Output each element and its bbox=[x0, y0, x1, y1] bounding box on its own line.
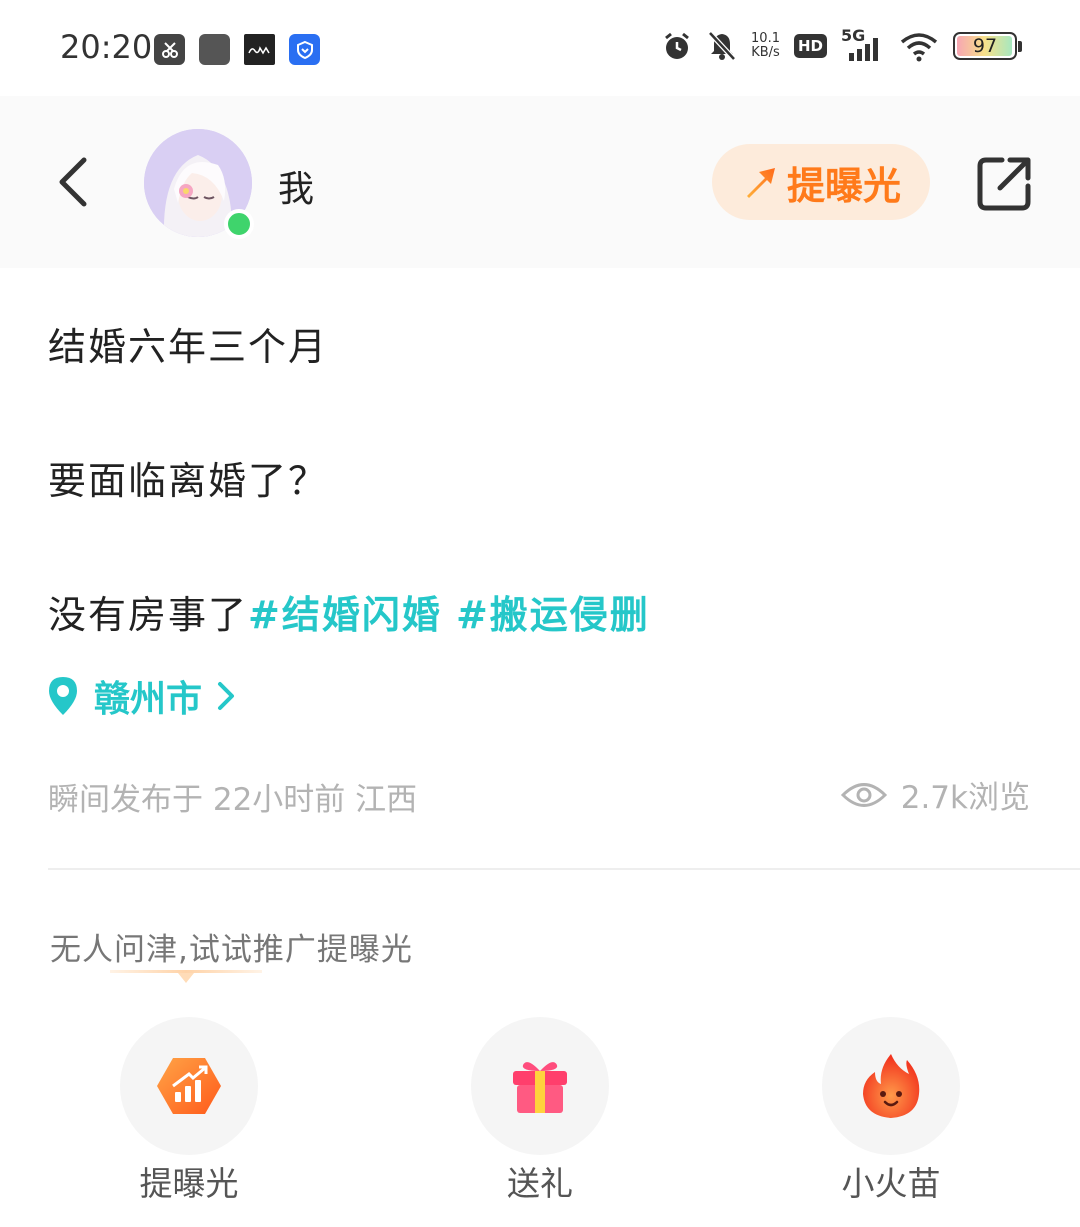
hd-badge: HD bbox=[793, 34, 827, 58]
eye-icon bbox=[840, 782, 887, 807]
flame-action-label: 小火苗 bbox=[841, 1164, 941, 1203]
post-meta: 瞬间发布于 22小时前 江西 bbox=[48, 782, 418, 818]
arrow-up-right-icon bbox=[746, 168, 775, 198]
notification-icons bbox=[154, 34, 320, 65]
battery-icon: 97 bbox=[953, 32, 1017, 60]
network-speed: 10.1 KB/s bbox=[751, 32, 780, 60]
wifi-icon bbox=[900, 33, 938, 62]
status-bar: 20:20 10.1 KB/s HD 5G 97 bbox=[0, 0, 1080, 96]
avatar[interactable] bbox=[144, 129, 254, 239]
mute-bell-icon bbox=[708, 31, 736, 61]
view-count-label: 2.7k浏览 bbox=[900, 780, 1030, 816]
status-time: 20:20 bbox=[60, 28, 153, 66]
boost-action-button[interactable]: 提曝光 bbox=[119, 1017, 259, 1205]
boost-chart-icon bbox=[157, 1058, 221, 1114]
gift-icon bbox=[513, 1062, 567, 1113]
share-icon[interactable] bbox=[976, 154, 1034, 212]
network-speed-unit: KB/s bbox=[751, 45, 780, 60]
flame-icon bbox=[863, 1054, 920, 1118]
location-label: 赣州市 bbox=[94, 679, 203, 720]
post-text: 没有房事了 bbox=[48, 593, 249, 637]
chevron-right-icon bbox=[218, 682, 235, 710]
online-status-dot bbox=[224, 209, 254, 239]
back-arrow-icon[interactable] bbox=[52, 156, 96, 208]
alarm-icon bbox=[665, 32, 689, 59]
hashtag-link[interactable]: #结婚闪婚 bbox=[248, 593, 442, 637]
boost-exposure-button[interactable]: 提曝光 bbox=[712, 144, 930, 220]
signal-5g: 5G bbox=[841, 26, 885, 62]
gift-action-circle bbox=[471, 1017, 609, 1155]
battery-level: 97 bbox=[972, 35, 998, 57]
gift-action-button[interactable]: 送礼 bbox=[470, 1017, 610, 1205]
gift-action-label: 送礼 bbox=[507, 1164, 573, 1203]
post-header: 我 提曝光 bbox=[0, 96, 1080, 268]
divider bbox=[48, 868, 1080, 870]
signal-bars-icon bbox=[849, 38, 878, 61]
post-text-line-3: 没有房事了#结婚闪婚 #搬运侵删 bbox=[48, 584, 650, 639]
system-icons: 10.1 KB/s HD 5G 97 bbox=[661, 26, 1022, 62]
view-count: 2.7k浏览 bbox=[840, 772, 1030, 817]
username[interactable]: 我 bbox=[278, 160, 314, 212]
hashtag-link[interactable]: #搬运侵删 bbox=[456, 593, 650, 637]
flame-action-button[interactable]: 小火苗 bbox=[821, 1017, 961, 1205]
app-square-icon bbox=[199, 34, 230, 65]
flame-action-circle bbox=[822, 1017, 960, 1155]
location-pin-icon bbox=[49, 677, 77, 715]
network-speed-value: 10.1 bbox=[751, 31, 780, 46]
boost-action-label: 提曝光 bbox=[139, 1164, 239, 1203]
boost-action-circle bbox=[120, 1017, 258, 1155]
soul-app-icon bbox=[244, 34, 275, 65]
post-text-line-2: 要面临离婚了？ bbox=[48, 459, 329, 503]
post-text-line-1: 结婚六年三个月 bbox=[48, 325, 329, 369]
promo-hint: 无人问津,试试推广提曝光 bbox=[50, 932, 413, 968]
promo-hint-caret bbox=[178, 973, 194, 983]
scissors-app-icon bbox=[154, 34, 185, 65]
shield-app-icon bbox=[289, 34, 320, 65]
battery-indicator: 97 bbox=[953, 32, 1022, 60]
boost-exposure-label: 提曝光 bbox=[786, 163, 901, 208]
location-link[interactable]: 赣州市 bbox=[46, 670, 236, 722]
